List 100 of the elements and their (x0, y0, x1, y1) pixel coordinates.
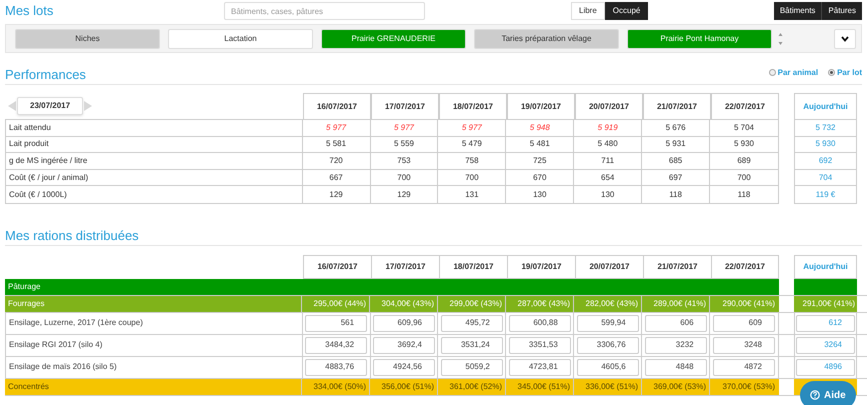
table-cell: 670 (506, 170, 574, 186)
category-total: 336,00€ (51%) (574, 378, 642, 395)
table-cell: 697 (642, 170, 710, 186)
table-cell: 118 (642, 186, 710, 203)
quantity-field[interactable]: 3248 (713, 336, 775, 354)
table-cell: 667 (302, 170, 371, 186)
quantity-field[interactable]: 4872 (713, 358, 775, 376)
quantity-field[interactable]: 495,72 (440, 314, 503, 332)
quantity-field[interactable]: 3692,4 (372, 336, 435, 354)
table-cell: 5 581 (302, 136, 371, 152)
quantity-field[interactable]: 4605,6 (576, 358, 639, 376)
category-total: 361,00€ (52%) (438, 378, 506, 395)
lot-button[interactable]: Taries préparation vêlage (474, 28, 619, 48)
quantity-field[interactable]: 4883,76 (305, 358, 368, 376)
quantity-field[interactable]: 561 (305, 314, 368, 332)
category-total: 299,00€ (43%) (438, 296, 506, 312)
quantity-field[interactable]: 3531,24 (440, 336, 503, 354)
section-title: Mes lots (5, 2, 54, 20)
help-button[interactable]: Aide (800, 381, 856, 405)
table-cell: 654 (574, 170, 642, 186)
quantity-field[interactable]: 3232 (644, 336, 707, 354)
quantity-field[interactable]: 599,94 (576, 314, 639, 332)
table-cell-text: 5 704 (732, 122, 756, 134)
category-total: 369,00€ (53%) (642, 378, 710, 395)
table-cell: 130 (574, 186, 642, 203)
table-cell: 692 (795, 153, 856, 170)
table-cell: 5 977 (438, 120, 506, 136)
table-cell: 5 732 (795, 120, 856, 137)
quantity-field[interactable]: 4723,81 (508, 358, 571, 376)
category-total: 290,00€ (41%) (722, 298, 776, 310)
table-cell: 725 (506, 153, 574, 169)
table-cell: 5 948 (506, 120, 574, 136)
group-row: Pâturage (5, 278, 779, 295)
table-cell: 5 931 (642, 136, 710, 152)
table-cell: 700 (438, 170, 506, 186)
row-label: Lait produit (6, 136, 303, 152)
column-header: 22/07/2017 (711, 93, 779, 119)
radio-button[interactable] (768, 69, 776, 76)
lot-button[interactable]: Prairie GRENAUDERIE (321, 28, 466, 48)
lot-button[interactable]: Lactation (168, 28, 313, 48)
date-picker[interactable]: 23/07/2017 (17, 97, 84, 115)
table-cell: 685 (642, 153, 710, 169)
right-arrow-icon[interactable] (84, 101, 92, 111)
category-total: 370,00€ (53%) (722, 380, 776, 393)
quantity-field[interactable]: 3484,32 (305, 336, 368, 354)
quantity-field[interactable]: 600,88 (508, 314, 571, 332)
lot-button[interactable]: Niches (15, 28, 160, 48)
quantity-field[interactable]: 606 (644, 314, 707, 332)
location-button[interactable]: Pâtures (822, 2, 862, 20)
radio-button[interactable] (828, 69, 836, 76)
row-label: Ensilage de maïs 2016 (silo 5) (6, 356, 303, 378)
section-title: Performances (5, 66, 86, 84)
table-cell: 5 480 (574, 136, 642, 152)
category-label: Concentrés (5, 378, 302, 395)
quantity-field[interactable]: 4848 (644, 358, 707, 376)
toggle-button[interactable]: Occupé (604, 2, 648, 20)
column-header: 22/07/2017 (711, 254, 779, 279)
quantity-field[interactable]: 5059,2 (440, 358, 503, 376)
search-field[interactable]: Bâtiments, cases, pâtures (224, 2, 425, 20)
left-arrow-icon[interactable] (8, 101, 16, 111)
category-total: 345,00€ (51%) (506, 378, 574, 395)
category-label: Fourrages (5, 296, 302, 312)
table-cell: 5 481 (506, 136, 574, 152)
quantity-field[interactable]: 3306,76 (576, 336, 639, 354)
column-header: Aujourd'hui (794, 93, 857, 119)
table-cell-text: 689 (736, 154, 752, 167)
table-cell: 129 (302, 186, 371, 203)
table-cell: 720 (302, 153, 371, 169)
table-cell: 5 676 (642, 120, 710, 136)
table-cell: 700 (370, 170, 438, 186)
table-cell: 758 (438, 153, 506, 169)
category-total: 282,00€ (43%) (574, 296, 642, 312)
table-cell-text: 5 930 (732, 138, 756, 150)
dropdown-button[interactable] (834, 28, 856, 48)
table-cell: 753 (370, 153, 438, 169)
row-label: Coût (€ / 1000L) (6, 186, 303, 203)
quantity-field[interactable]: 3351,53 (508, 336, 571, 354)
scroll-arrows-icon[interactable] (778, 32, 783, 46)
category-total: 304,00€ (43%) (370, 296, 438, 312)
toggle-button[interactable]: Libre (571, 2, 605, 20)
help-icon (810, 390, 820, 400)
category-total: 295,00€ (44%) (302, 296, 370, 312)
row-label: Ensilage RGI 2017 (silo 4) (6, 334, 303, 356)
quantity-field[interactable]: 4924,56 (372, 358, 435, 376)
row-label: Lait attendu (6, 120, 303, 136)
column-header: 18/07/2017 (439, 93, 507, 119)
row-label: Ensilage, Luzerne, 2017 (1ère coupe) (6, 312, 303, 334)
quantity-field[interactable]: 609,96 (372, 314, 435, 332)
column-header: 20/07/2017 (575, 93, 643, 119)
column-header: 19/07/2017 (507, 93, 575, 119)
table-cell-text: 119 € (814, 188, 836, 201)
table-cell: 129 (370, 186, 438, 203)
location-button[interactable]: Bâtiments (774, 2, 822, 20)
table-cell: 131 (438, 186, 506, 203)
lot-button[interactable]: Prairie Pont Hamonay (627, 28, 772, 48)
column-header: 17/07/2017 (371, 93, 439, 119)
chevron-down-icon (841, 36, 849, 42)
table-cell: 5 977 (302, 120, 371, 136)
quantity-field[interactable]: 609 (713, 314, 775, 332)
section-title: Mes rations distribuées (5, 226, 139, 245)
